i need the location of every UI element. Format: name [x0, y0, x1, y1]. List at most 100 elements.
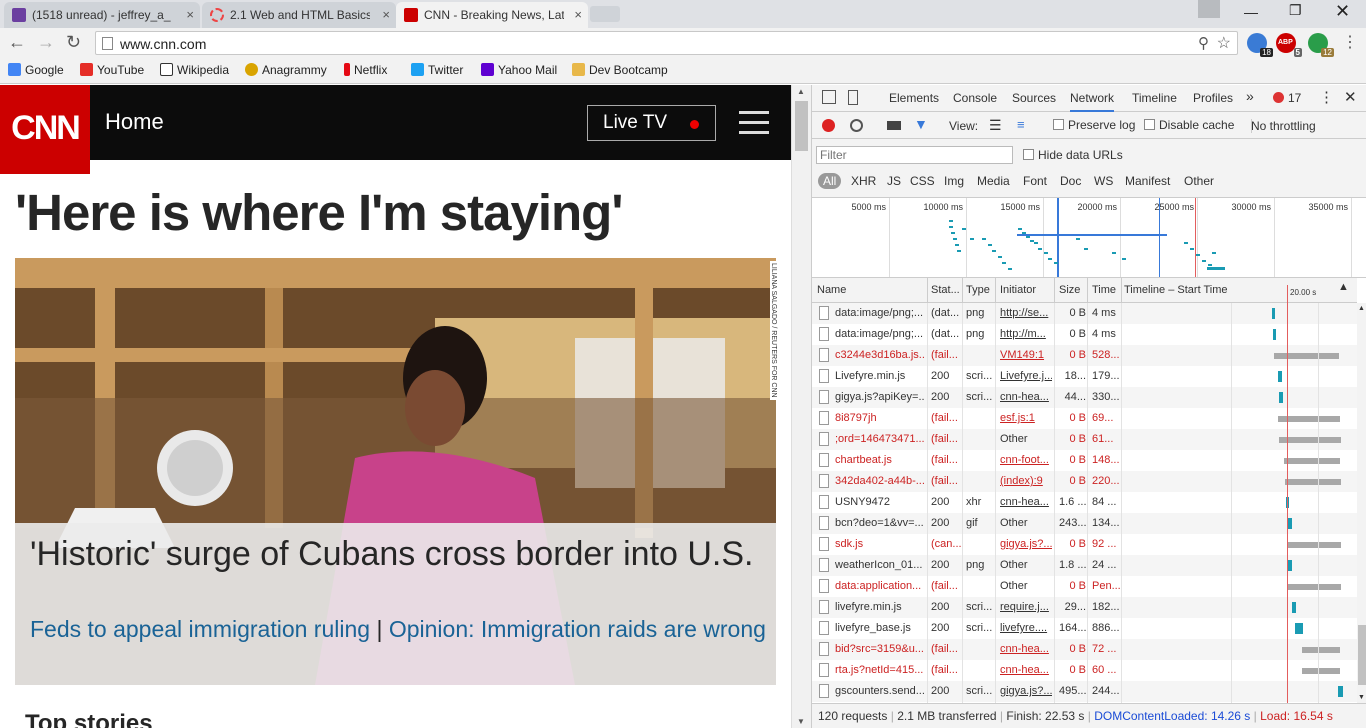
table-row[interactable]: rta.js?netId=415... (fail... cnn-hea... 0 B…	[812, 660, 1357, 681]
disable-cache-checkbox[interactable]: Disable cache	[1144, 118, 1234, 132]
chrome-menu-icon[interactable]: ⋮	[1342, 32, 1358, 52]
filter-type-js[interactable]: JS	[887, 174, 901, 188]
request-initiator[interactable]: VM149:1	[1000, 349, 1052, 361]
request-name[interactable]: bid?src=3159&u...	[835, 643, 925, 655]
request-list-scrollbar[interactable]: ▲ ▼	[1357, 303, 1366, 703]
page-scrollbar[interactable]: ▲ ▼	[791, 85, 811, 728]
checkbox[interactable]	[1023, 149, 1034, 160]
bookmark-anagrammy[interactable]: Anagrammy	[245, 63, 327, 77]
request-name[interactable]: gscounters.send...	[835, 685, 925, 697]
network-overview[interactable]: 5000 ms 10000 ms 15000 ms 20000 ms 25000…	[812, 198, 1366, 278]
request-initiator[interactable]: cnn-hea...	[1000, 391, 1052, 403]
devtools-tab-elements[interactable]: Elements	[889, 91, 939, 105]
throttling-select[interactable]: No throttling	[1251, 119, 1316, 133]
scroll-up-icon[interactable]: ▲	[1358, 305, 1365, 312]
checkbox[interactable]	[1144, 119, 1155, 130]
headline[interactable]: 'Here is where I'm staying'	[15, 183, 623, 242]
request-name[interactable]: bcn?deo=1&vv=...	[835, 517, 925, 529]
preserve-log-checkbox[interactable]: Preserve log	[1053, 118, 1135, 132]
browser-tab-mail[interactable]: (1518 unread) - jeffrey_a_ ×	[4, 2, 200, 28]
browser-tab-html-basics[interactable]: 2.1 Web and HTML Basics ×	[202, 2, 396, 28]
back-icon[interactable]: ←	[8, 32, 26, 53]
request-initiator[interactable]: esf.js:1	[1000, 412, 1052, 424]
profile-icon[interactable]	[1198, 0, 1220, 18]
request-name[interactable]: data:application...	[835, 580, 925, 592]
bookmark-twitter[interactable]: Twitter	[411, 63, 463, 77]
forward-icon[interactable]: →	[37, 32, 55, 53]
zoom-icon[interactable]: ⚲	[1198, 34, 1209, 52]
scroll-down-icon[interactable]: ▼	[797, 717, 805, 726]
devtools-tab-sources[interactable]: Sources	[1012, 91, 1056, 105]
request-name[interactable]: sdk.js	[835, 538, 925, 550]
filter-type-manifest[interactable]: Manifest	[1125, 174, 1170, 188]
filter-type-doc[interactable]: Doc	[1060, 174, 1081, 188]
waterfall-view-icon[interactable]: ≡	[1017, 117, 1025, 132]
request-initiator[interactable]: cnn-hea...	[1000, 496, 1052, 508]
restore-icon[interactable]: ❐	[1289, 2, 1302, 19]
hamburger-menu-icon[interactable]	[739, 111, 769, 141]
filter-type-other[interactable]: Other	[1184, 174, 1214, 188]
column-type[interactable]: Type	[966, 284, 990, 296]
bookmark-youtube[interactable]: YouTube	[80, 63, 144, 77]
new-tab-button[interactable]	[590, 6, 620, 22]
filter-type-css[interactable]: CSS	[910, 174, 935, 188]
table-row[interactable]: chartbeat.js (fail... cnn-foot... 0 B 148...	[812, 450, 1357, 471]
record-icon[interactable]	[822, 119, 835, 132]
request-name[interactable]: c3244e3d16ba.js...	[835, 349, 925, 361]
cnn-logo[interactable]: CNN	[0, 85, 90, 174]
inspect-icon[interactable]	[822, 90, 836, 104]
minimize-icon[interactable]: —	[1244, 4, 1258, 20]
close-icon[interactable]: ×	[382, 7, 390, 22]
bookmark-netflix[interactable]: Netflix	[344, 63, 387, 77]
reload-icon[interactable]: ↻	[66, 32, 81, 53]
request-name[interactable]: chartbeat.js	[835, 454, 925, 466]
filter-type-xhr[interactable]: XHR	[851, 174, 876, 188]
bookmark-star-icon[interactable]: ☆	[1217, 33, 1231, 53]
request-initiator[interactable]: (index):9	[1000, 475, 1052, 487]
request-initiator[interactable]: cnn-hea...	[1000, 643, 1052, 655]
column-timeline[interactable]: Timeline – Start Time	[1124, 284, 1228, 296]
request-initiator[interactable]: gigya.js?...	[1000, 685, 1052, 697]
more-tabs-icon[interactable]: »	[1246, 88, 1254, 104]
checkbox[interactable]	[1053, 119, 1064, 130]
request-name[interactable]: livefyre.min.js	[835, 601, 925, 613]
table-row[interactable]: gscounters.send... 200 scri... gigya.js?...…	[812, 681, 1357, 702]
request-name[interactable]: weatherIcon_01...	[835, 559, 925, 571]
sort-ascending-icon[interactable]: ▲	[1338, 281, 1349, 293]
request-initiator[interactable]: require.j...	[1000, 601, 1052, 613]
caption-link-opinion[interactable]: Opinion: Immigration raids are wrong	[389, 616, 766, 642]
request-name[interactable]: Livefyre.min.js	[835, 370, 925, 382]
request-name[interactable]: rta.js?netId=415...	[835, 664, 925, 676]
column-size[interactable]: Size	[1059, 284, 1080, 296]
request-name[interactable]: gigya.js?apiKey=...	[835, 391, 925, 403]
request-initiator[interactable]: Livefyre.j...	[1000, 370, 1052, 382]
request-name[interactable]: USNY9472	[835, 496, 925, 508]
bookmark-dev-bootcamp[interactable]: Dev Bootcamp	[572, 63, 668, 77]
bookmark-yahoo-mail[interactable]: Yahoo Mail	[481, 63, 557, 77]
list-view-icon[interactable]: ☰	[989, 117, 1002, 134]
filter-type-font[interactable]: Font	[1023, 174, 1047, 188]
table-row[interactable]: USNY9472 200 xhr cnn-hea... 1.6 ... 84 ...	[812, 492, 1357, 513]
column-status[interactable]: Stat...	[931, 284, 963, 296]
scroll-up-icon[interactable]: ▲	[797, 87, 805, 96]
table-row[interactable]: 8i8797jh (fail... esf.js:1 0 B 69...	[812, 408, 1357, 429]
table-row[interactable]: livefyre.min.js 200 scri... require.j... 29.…	[812, 597, 1357, 618]
bookmark-google[interactable]: Google	[8, 63, 64, 77]
scrollbar-thumb[interactable]	[795, 101, 808, 151]
clear-icon[interactable]	[850, 119, 863, 132]
request-initiator[interactable]: cnn-hea...	[1000, 664, 1052, 676]
request-name[interactable]: 342da402-a44b-...	[835, 475, 925, 487]
devtools-tab-timeline[interactable]: Timeline	[1132, 91, 1177, 105]
request-name[interactable]: data:image/png;...	[835, 307, 925, 319]
extension-ghostery-icon[interactable]: 18	[1247, 33, 1273, 57]
table-row[interactable]: c3244e3d16ba.js... (fail... VM149:1 0 B 528.…	[812, 345, 1357, 366]
column-initiator[interactable]: Initiator	[1000, 284, 1036, 296]
table-row[interactable]: livefyre_base.js 200 scri... livefyre.... 16…	[812, 618, 1357, 639]
window-close-icon[interactable]: ✕	[1335, 1, 1350, 22]
scroll-down-icon[interactable]: ▼	[1358, 694, 1365, 701]
table-row[interactable]: Livefyre.min.js 200 scri... Livefyre.j... 18…	[812, 366, 1357, 387]
table-row[interactable]: sdk.js (can... gigya.js?... 0 B 92 ...	[812, 534, 1357, 555]
filter-type-all[interactable]: All	[818, 173, 842, 189]
device-mode-icon[interactable]	[848, 90, 858, 105]
caption-title[interactable]: 'Historic' surge of Cubans cross border …	[30, 533, 760, 575]
